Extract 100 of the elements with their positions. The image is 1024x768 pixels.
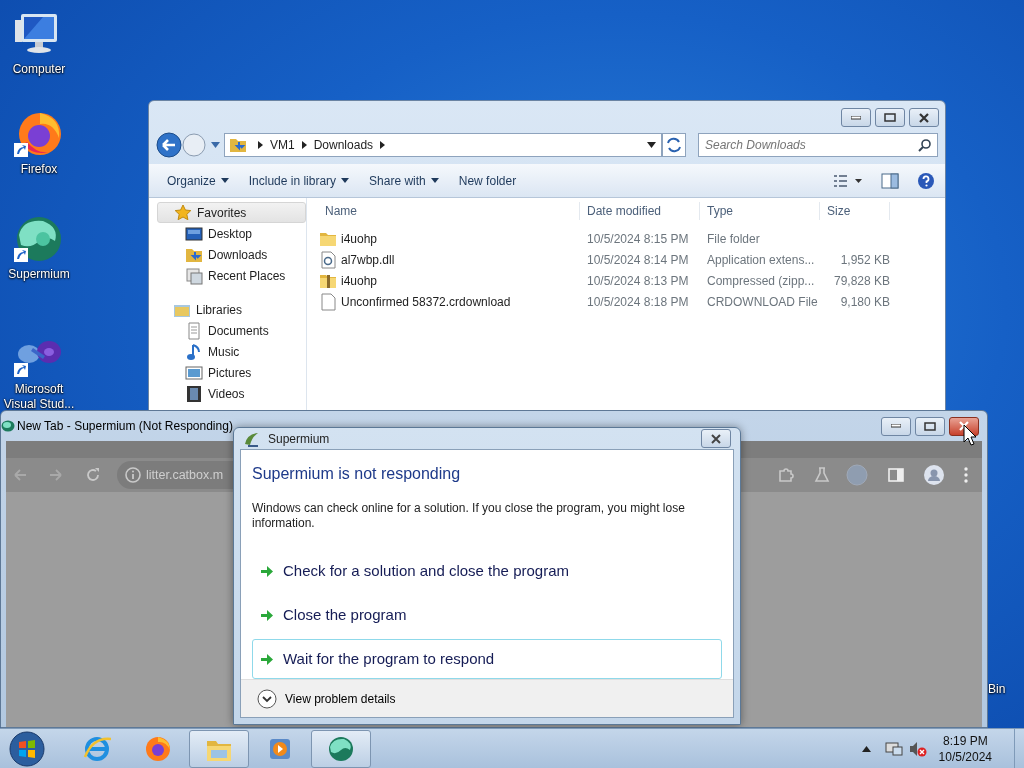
nav-item[interactable]: Pictures [157, 362, 306, 383]
table-cell-text: 1,952 KB [839, 251, 890, 269]
view-options-icon[interactable] [833, 172, 863, 189]
preview-pane-icon[interactable] [881, 172, 899, 189]
close-button[interactable] [701, 429, 731, 448]
search-icon[interactable] [918, 138, 932, 152]
toolbar-button[interactable]: New folder [450, 168, 525, 193]
option-button[interactable]: Close the program [252, 595, 722, 635]
desktop-icon-label[interactable]: Bin [988, 682, 1006, 697]
document-icon [185, 321, 203, 340]
minimize-icon [891, 424, 901, 428]
table-cell-text: Application extens... [706, 251, 816, 269]
start-button[interactable] [9, 730, 45, 767]
refresh-button[interactable] [662, 133, 686, 157]
back-button[interactable] [155, 131, 183, 159]
desktop-icon-label[interactable]: Supermium [8, 267, 70, 282]
music-note-icon [185, 342, 203, 361]
desktop-icon-label[interactable]: Microsoft Visual Stud... [3, 382, 75, 412]
option-button[interactable]: Check for a solution and close the program [252, 551, 722, 591]
maximize-button[interactable] [875, 108, 905, 127]
arrow-icon [261, 609, 273, 621]
volume-muted-icon[interactable] [908, 740, 927, 757]
maximize-icon [924, 421, 936, 431]
minimize-button[interactable] [881, 416, 911, 436]
clock-text: 10/5/2024 [938, 748, 992, 765]
file-icon [319, 292, 337, 311]
dropdown-arrow-icon[interactable] [647, 142, 656, 148]
details-toggle[interactable]: View problem details [257, 688, 396, 709]
caret-icon [341, 178, 350, 183]
dialog-message: Windows can check online for a solution. If you close the program, you might lose information. [252, 501, 686, 531]
url-text: litter.catbox.m [146, 466, 224, 484]
table-cell-text: 10/5/2024 8:15 PM [586, 230, 690, 248]
chevron-down-icon [257, 688, 277, 709]
nav-item[interactable]: Libraries [157, 299, 306, 320]
table-cell-text: 10/5/2024 8:14 PM [586, 251, 690, 269]
column-header[interactable]: Type [700, 202, 820, 220]
breadcrumb-item[interactable]: VM1 [270, 136, 295, 154]
breadcrumb-item[interactable]: Downloads [313, 136, 374, 154]
option-button[interactable]: Wait for the program to respond [252, 639, 722, 679]
app-icon [244, 430, 260, 447]
chevron-icon[interactable] [301, 141, 307, 149]
toolbar-button[interactable]: Share with [361, 168, 447, 193]
more-menu-icon[interactable] [964, 467, 968, 483]
column-header[interactable]: Size [820, 202, 890, 220]
nav-item[interactable]: Favorites [157, 202, 306, 223]
column-header[interactable]: Date modified [580, 202, 700, 220]
chevron-icon[interactable] [380, 141, 386, 149]
caret-icon [430, 178, 439, 183]
nav-item[interactable]: Videos [157, 383, 306, 404]
minimize-button[interactable] [841, 108, 871, 127]
avatar-icon[interactable] [924, 465, 944, 485]
search-field[interactable]: Search Downloads [698, 133, 938, 157]
close-icon [710, 433, 722, 444]
address-bar[interactable]: VM1 Downloads [224, 133, 662, 157]
desktop-icon-label[interactable]: Firefox [20, 162, 58, 177]
table-cell-text: 10/5/2024 8:13 PM [586, 272, 690, 290]
film-icon [185, 384, 203, 403]
recent-places-icon [185, 266, 203, 285]
help-icon[interactable] [917, 171, 935, 190]
minimize-icon [851, 115, 861, 120]
chevron-icon[interactable] [258, 141, 263, 149]
supermium-icon[interactable] [327, 734, 355, 763]
nav-item[interactable]: Music [157, 341, 306, 362]
arrow-icon [261, 653, 273, 665]
folder-icon [229, 136, 247, 154]
firefox-icon[interactable] [144, 734, 172, 763]
file-name[interactable]: i4uohp [341, 271, 378, 290]
table-cell-text: CRDOWNLOAD File [706, 293, 819, 311]
file-name[interactable]: al7wbp.dll [341, 250, 395, 269]
dialog-heading: Supermium is not responding [252, 464, 462, 484]
network-icon[interactable] [884, 740, 903, 757]
column-header[interactable]: Name [319, 202, 580, 220]
dialog-title: Supermium [268, 430, 330, 448]
settings-file-icon [319, 250, 337, 269]
info-icon [125, 467, 141, 483]
arrow-icon [261, 565, 273, 577]
close-button[interactable] [909, 108, 939, 127]
star-icon [174, 203, 192, 222]
clock-text: 8:19 PM [942, 732, 988, 749]
maximize-icon [884, 113, 896, 122]
desktop-icon [185, 224, 203, 243]
nav-item[interactable]: Desktop [157, 223, 306, 244]
picture-icon [185, 363, 203, 382]
window-title: New Tab - Supermium (Not Responding) [17, 418, 233, 435]
table-cell-text: 9,180 KB [839, 293, 890, 311]
table-cell-text: 10/5/2024 8:18 PM [586, 293, 690, 311]
nav-item[interactable]: Downloads [157, 244, 306, 265]
nav-item[interactable]: Recent Places [157, 265, 306, 286]
toolbar-button[interactable]: Include in library [240, 168, 358, 193]
desktop-icon-label[interactable]: Computer [12, 62, 66, 77]
show-hidden-icons-button[interactable] [861, 745, 871, 752]
file-name[interactable]: Unconfirmed 58372.crdownload [341, 292, 511, 311]
supermium-icon [1, 420, 15, 432]
maximize-button[interactable] [915, 416, 945, 436]
file-name[interactable]: i4uohp [341, 229, 378, 248]
toolbar-button[interactable]: Organize [159, 168, 237, 193]
nav-item[interactable]: Documents [157, 320, 306, 341]
sidebar-icon[interactable] [888, 467, 904, 483]
table-cell-text: File folder [706, 230, 761, 248]
caret-icon [220, 178, 229, 183]
